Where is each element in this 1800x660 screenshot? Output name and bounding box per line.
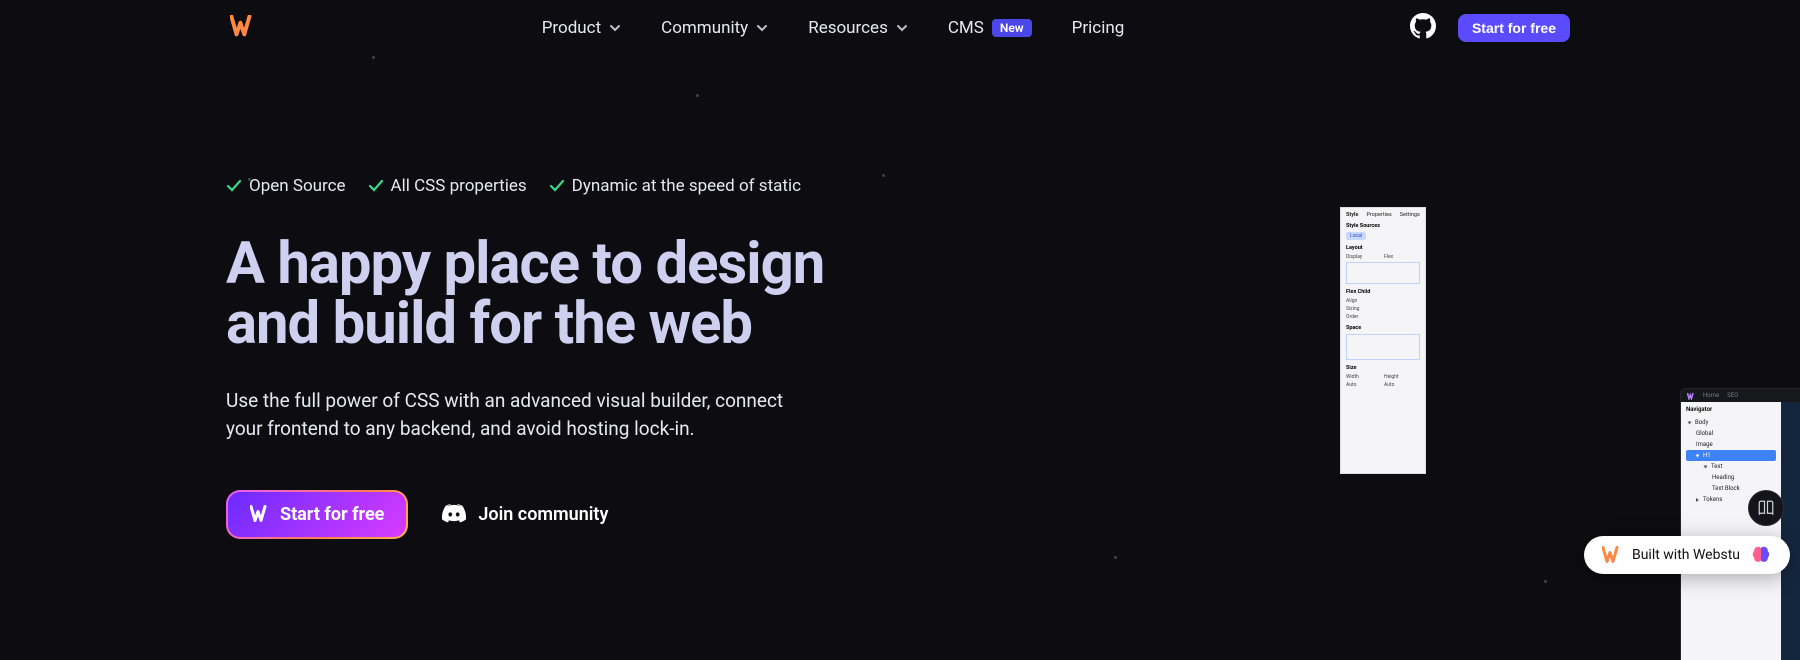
navigator-title: Navigator bbox=[1686, 406, 1776, 413]
nav-label: Product bbox=[542, 18, 601, 38]
docs-button[interactable] bbox=[1748, 490, 1784, 526]
tree-row[interactable]: Global bbox=[1686, 428, 1776, 439]
chip-label: Dynamic at the speed of static bbox=[572, 176, 801, 196]
nav-label: Pricing bbox=[1072, 18, 1125, 38]
link-label: Join community bbox=[478, 504, 608, 525]
editor-preview: Home SEO 640 768 991 1280 Share Publish … bbox=[840, 194, 1426, 474]
hero-subtext: Use the full power of CSS with an advanc… bbox=[226, 387, 806, 444]
space-box[interactable] bbox=[1346, 334, 1420, 360]
nav-product[interactable]: Product bbox=[542, 18, 621, 38]
logo-icon bbox=[1687, 392, 1695, 400]
header-actions: Start for free bbox=[1410, 13, 1570, 43]
check-icon bbox=[549, 178, 565, 194]
start-for-free-button[interactable]: Start for free bbox=[226, 490, 408, 539]
github-link[interactable] bbox=[1410, 13, 1436, 43]
logo[interactable] bbox=[230, 15, 256, 41]
chevron-down-icon bbox=[756, 22, 768, 34]
book-icon bbox=[1757, 499, 1775, 517]
editor-topbar: Home SEO 640 768 991 1280 Share Publish bbox=[1681, 389, 1800, 402]
primary-nav: Product Community Resources CMS New Pric… bbox=[542, 18, 1125, 38]
section-space: Space bbox=[1346, 325, 1420, 331]
nav-label: Resources bbox=[808, 18, 888, 38]
section-size: Size bbox=[1346, 365, 1420, 371]
chevron-down-icon bbox=[896, 22, 908, 34]
join-community-link[interactable]: Join community bbox=[442, 504, 608, 525]
github-icon bbox=[1410, 13, 1436, 39]
nav-label: CMS bbox=[948, 18, 984, 38]
editor-canvas: CSS Full power CSS for signers A visual … bbox=[1781, 402, 1800, 660]
navigator-panel: Navigator Body Global Image H1 Text Head… bbox=[1681, 402, 1781, 660]
tree-row[interactable]: Heading bbox=[1686, 472, 1776, 483]
chip-open-source: Open Source bbox=[226, 176, 346, 196]
nav-label: Community bbox=[661, 18, 748, 38]
tree-row[interactable]: Text bbox=[1686, 461, 1776, 472]
chip-label: Open Source bbox=[249, 176, 346, 196]
style-sources-label: Style Sources bbox=[1346, 223, 1420, 229]
hero-headline: A happy place to design and build for th… bbox=[226, 234, 846, 355]
editor-window: Home SEO 640 768 991 1280 Share Publish … bbox=[1680, 388, 1800, 660]
check-icon bbox=[226, 178, 242, 194]
nav-resources[interactable]: Resources bbox=[808, 18, 908, 38]
check-icon bbox=[368, 178, 384, 194]
site-header: Product Community Resources CMS New Pric… bbox=[0, 0, 1800, 56]
section-flex-child: Flex Child bbox=[1346, 289, 1420, 295]
logo-icon bbox=[230, 15, 256, 37]
topbar-home[interactable]: Home bbox=[1703, 392, 1719, 399]
hero: Open Source All CSS properties Dynamic a… bbox=[226, 176, 846, 539]
nav-community[interactable]: Community bbox=[661, 18, 768, 38]
layout-box[interactable] bbox=[1346, 262, 1420, 284]
chip-label: All CSS properties bbox=[391, 176, 527, 196]
tree-row[interactable]: Image bbox=[1686, 439, 1776, 450]
section-layout: Layout bbox=[1346, 245, 1420, 251]
tree-row[interactable]: Body bbox=[1686, 417, 1776, 428]
tab-settings[interactable]: Settings bbox=[1400, 212, 1420, 218]
style-panel: Style Properties Settings Style Sources … bbox=[1340, 207, 1426, 474]
start-for-free-header[interactable]: Start for free bbox=[1458, 14, 1570, 42]
built-with-label: Built with Webstu bbox=[1632, 547, 1740, 563]
tab-style[interactable]: Style bbox=[1346, 212, 1358, 218]
chip-dynamic: Dynamic at the speed of static bbox=[549, 176, 801, 196]
chip-all-css: All CSS properties bbox=[368, 176, 527, 196]
new-badge: New bbox=[992, 19, 1032, 37]
discord-icon bbox=[442, 504, 466, 524]
nav-pricing[interactable]: Pricing bbox=[1072, 18, 1125, 38]
tree-row-selected[interactable]: H1 bbox=[1686, 450, 1776, 461]
button-label: Start for free bbox=[280, 504, 384, 525]
topbar-seo[interactable]: SEO bbox=[1727, 392, 1738, 399]
tab-properties[interactable]: Properties bbox=[1366, 212, 1391, 218]
nav-cms[interactable]: CMS New bbox=[948, 18, 1032, 38]
hero-cta-row: Start for free Join community bbox=[226, 490, 846, 539]
source-local-chip[interactable]: Local bbox=[1346, 232, 1366, 240]
logo-icon bbox=[250, 505, 270, 523]
feature-chips: Open Source All CSS properties Dynamic a… bbox=[226, 176, 846, 196]
logo-icon bbox=[1602, 546, 1622, 564]
brain-icon bbox=[1750, 544, 1772, 566]
chevron-down-icon bbox=[609, 22, 621, 34]
built-with-badge[interactable]: Built with Webstu bbox=[1584, 536, 1790, 574]
